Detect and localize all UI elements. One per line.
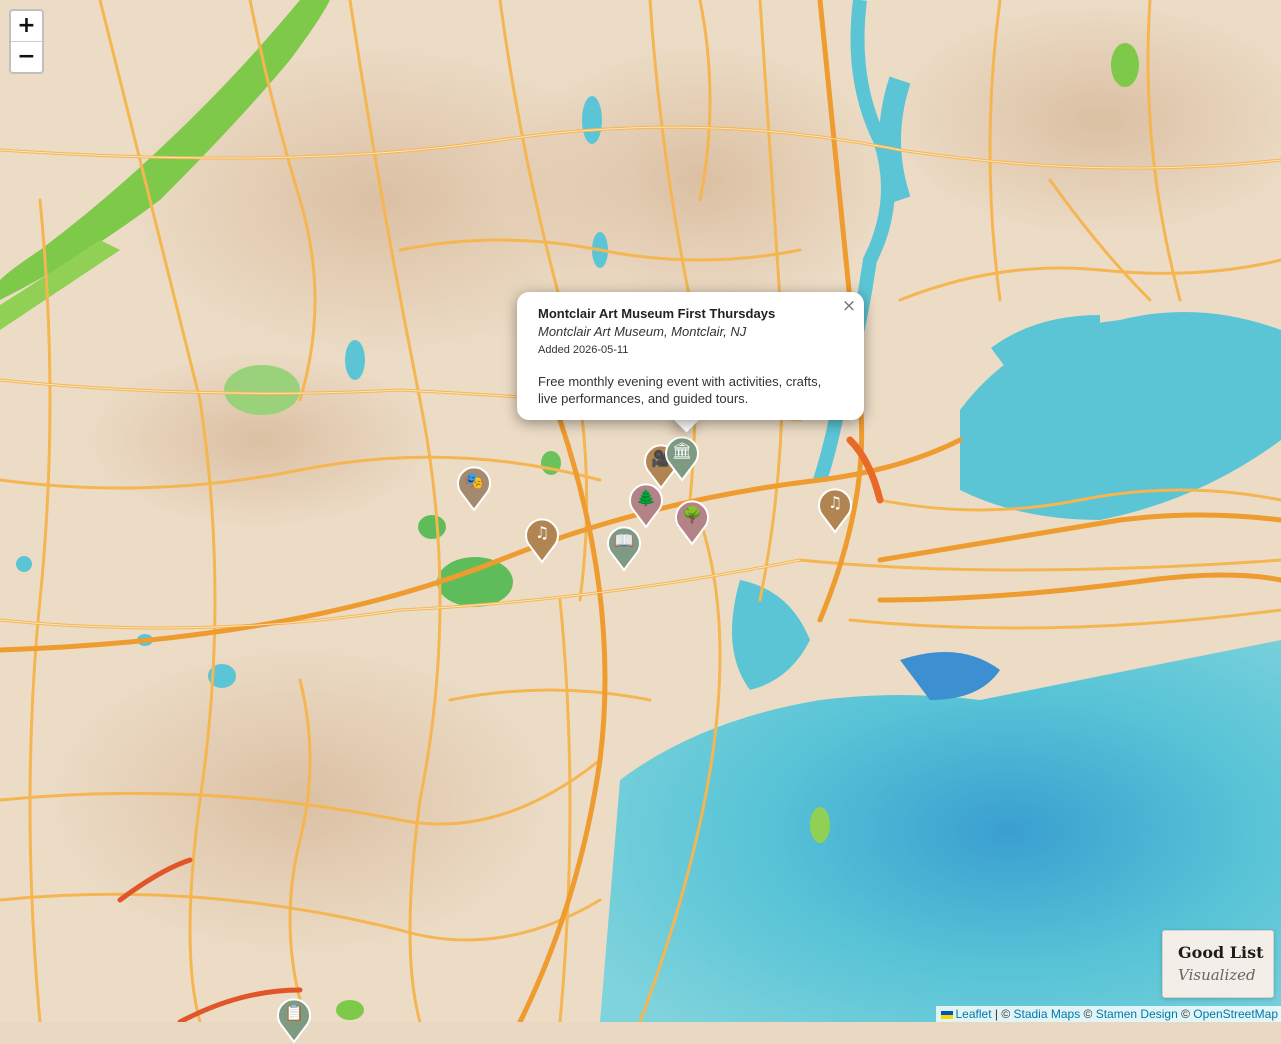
ukraine-flag-icon — [941, 1011, 953, 1019]
brand-subtitle: Visualized — [1178, 966, 1256, 984]
map-marker[interactable]: 📖 — [606, 524, 642, 572]
map-marker[interactable]: ♫ — [524, 516, 560, 564]
map-marker[interactable]: 🌳 — [674, 498, 710, 546]
brand-box: Good List Visualized — [1162, 930, 1274, 998]
stadia-maps-link[interactable]: Stadia Maps — [1014, 1007, 1081, 1021]
music-note-icon: ♫ — [817, 493, 853, 513]
map-marker[interactable]: ♫ — [817, 486, 853, 534]
map-marker[interactable]: 🏛 — [664, 434, 700, 482]
zoom-out-button[interactable]: − — [11, 41, 42, 72]
openstreetmap-link[interactable]: OpenStreetMap — [1193, 1007, 1278, 1021]
museum-icon: 🏛 — [664, 441, 700, 461]
map-marker[interactable]: 📋 — [276, 996, 312, 1044]
zoom-control: + − — [9, 9, 44, 74]
attribution-copyright: © — [1178, 1007, 1194, 1021]
event-popup: × Montclair Art Museum First Thursdays M… — [517, 292, 864, 420]
stamen-design-link[interactable]: Stamen Design — [1096, 1007, 1178, 1021]
popup-added-date: Added 2026-05-11 — [538, 344, 843, 356]
tree-icon: 🌲 — [628, 488, 664, 508]
map-canvas[interactable]: + − 🎭 ♫ 📖 🌲 🎥 🏛 🌳 ♫ 📋 × — [0, 0, 1281, 1022]
zoom-in-button[interactable]: + — [11, 11, 42, 41]
book-icon: 📖 — [606, 531, 642, 551]
leaflet-link[interactable]: Leaflet — [941, 1007, 992, 1021]
popup-venue: Montclair Art Museum, Montclair, NJ — [538, 324, 843, 339]
brand-title: Good List — [1178, 943, 1264, 962]
popup-title: Montclair Art Museum First Thursdays — [538, 306, 843, 321]
attribution-copyright: © — [1080, 1007, 1096, 1021]
theater-masks-icon: 🎭 — [456, 471, 492, 491]
calendar-icon: 📋 — [276, 1003, 312, 1023]
map-attribution: Leaflet | © Stadia Maps © Stamen Design … — [936, 1006, 1281, 1022]
map-marker[interactable]: 🎭 — [456, 464, 492, 512]
attribution-separator: | © — [992, 1007, 1014, 1021]
tree-icon: 🌳 — [674, 505, 710, 525]
popup-description: Free monthly evening event with activiti… — [538, 373, 843, 407]
music-note-icon: ♫ — [524, 523, 560, 543]
popup-close-button[interactable]: × — [840, 296, 858, 316]
